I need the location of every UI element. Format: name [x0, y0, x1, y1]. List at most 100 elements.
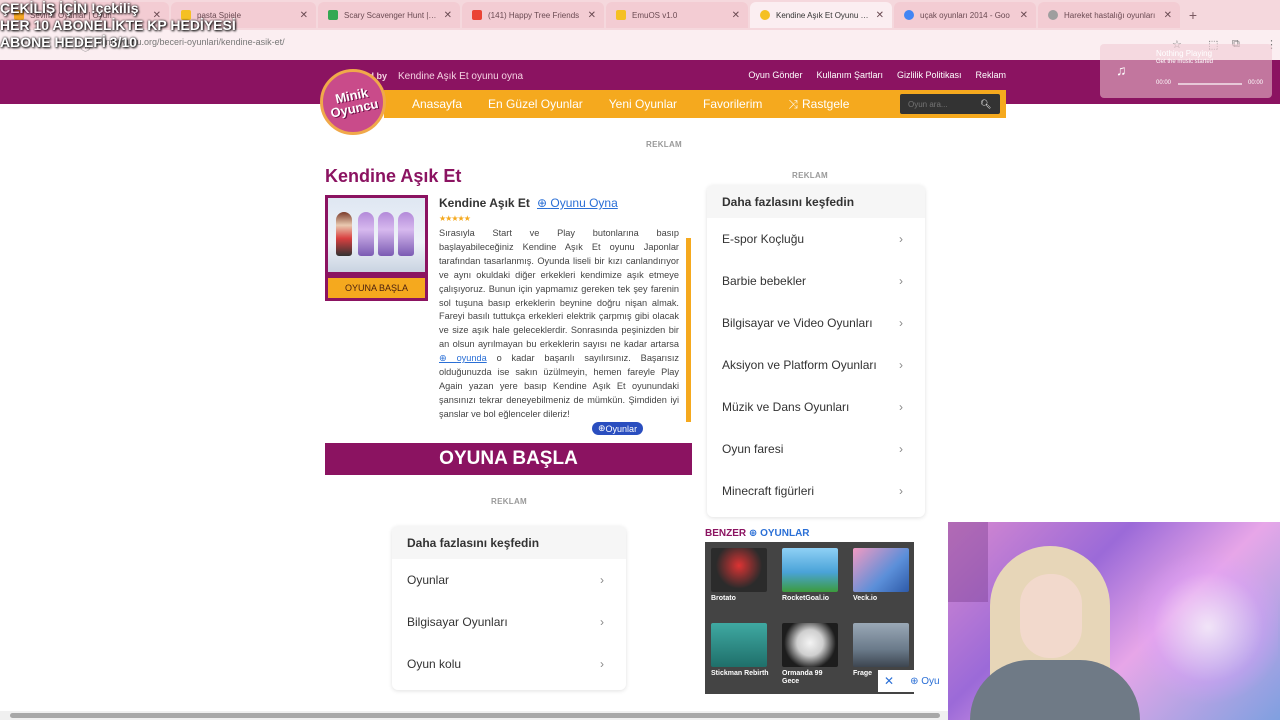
discover-item[interactable]: Oyun kolu ›	[392, 643, 626, 685]
media-progress-bar[interactable]	[1178, 83, 1242, 85]
close-tab-icon[interactable]: ✕	[732, 10, 740, 21]
description-link[interactable]: ⊕ oyunda	[439, 353, 487, 363]
start-game-button[interactable]: OYUNA BAŞLA	[325, 443, 692, 475]
nav-favorilerim[interactable]: Favorilerim	[703, 97, 762, 111]
discover-item[interactable]: Oyun faresi ›	[707, 428, 925, 470]
nav-yeni-oyunlar[interactable]: Yeni Oyunlar	[609, 97, 677, 111]
discover-card-right: Daha fazlasını keşfedin E-spor Koçluğu › …	[707, 185, 925, 517]
scrollbar-thumb[interactable]	[10, 713, 940, 718]
tab-favicon-icon	[328, 10, 338, 20]
discover-item-label: Minecraft figürleri	[722, 484, 815, 498]
media-time-end: 00:00	[1248, 80, 1264, 86]
game-tile[interactable]: Stickman Rebirth	[711, 623, 769, 692]
browser-tab[interactable]: (141) Happy Tree Friends ✕	[462, 2, 604, 28]
tab-title: Kendine Aşık Et Oyunu Oy	[776, 10, 870, 20]
thumb-play-button[interactable]: OYUNA BAŞLA	[328, 278, 425, 298]
chevron-right-icon: ›	[600, 573, 604, 587]
play-link-label: Oyunu Oyna	[550, 196, 618, 210]
game-tile[interactable]: Brotato	[711, 548, 769, 617]
discover-item-label: Bilgisayar ve Video Oyunları	[722, 316, 873, 330]
toast-label[interactable]: Oyu	[921, 676, 939, 687]
search-input[interactable]	[900, 99, 978, 109]
game-tile[interactable]: RocketGoal.io	[782, 548, 840, 617]
chevron-right-icon: ›	[899, 484, 903, 498]
link-oyun-gonder[interactable]: Oyun Gönder	[748, 70, 802, 80]
game-tile-image	[853, 623, 909, 667]
play-game-link[interactable]: ⊕ Oyunu Oyna	[537, 196, 618, 210]
rating-stars[interactable]: ★★★★★	[439, 214, 471, 223]
browser-tab[interactable]: Scary Scavenger Hunt | Ni ✕	[318, 2, 460, 28]
webcam-overlay	[948, 522, 1280, 720]
header-tagline: Kendine Aşık Et oyunu oyna	[398, 71, 524, 82]
nav-anasayfa[interactable]: Anasayfa	[412, 97, 462, 111]
chevron-right-icon: ›	[600, 657, 604, 671]
discover-heading: Daha fazlasını keşfedin	[707, 185, 925, 218]
similar-label: BENZER	[705, 528, 747, 539]
site-logo[interactable]: Minik Oyuncu	[320, 69, 386, 135]
horizontal-scrollbar[interactable]	[0, 711, 948, 720]
browser-tab[interactable]: uçak oyunları 2014 - Goo ✕	[894, 2, 1036, 28]
discover-item-label: Oyunlar	[407, 573, 450, 587]
media-time-start: 00:00	[1156, 80, 1172, 86]
overlay-line: ABONE HEDEFİ 3/10	[0, 34, 137, 50]
discover-item[interactable]: Bilgisayar Oyunları ›	[392, 601, 626, 643]
tab-favicon-icon	[760, 10, 770, 20]
music-note-icon: ♫	[1116, 62, 1127, 78]
discover-item[interactable]: Müzik ve Dans Oyunları ›	[707, 386, 925, 428]
game-tile-label: Ormanda 99 Gece	[782, 670, 823, 685]
stream-overlay-text: ÇEKİLİŞ İÇİN !çekiliş HER 10 ABONELİKTE …	[0, 0, 320, 51]
game-thumbnail[interactable]: OYUNA BAŞLA	[325, 195, 428, 301]
main-nav: Anasayfa En Güzel Oyunlar Yeni Oyunlar F…	[384, 90, 1006, 118]
close-tab-icon[interactable]: ✕	[1020, 10, 1028, 21]
oyunlar-chip[interactable]: ⊕ Oyunlar	[592, 422, 644, 435]
description-text: Sırasıyla Start ve Play butonlarına bası…	[439, 228, 679, 350]
discover-item[interactable]: Minecraft figürleri ›	[707, 470, 925, 512]
plus-circle-icon: ⊕	[598, 423, 606, 433]
close-tab-icon[interactable]: ✕	[444, 10, 452, 21]
ad-label: REKLAM	[792, 171, 829, 180]
webcam-decor	[948, 522, 988, 602]
search-icon[interactable]: 🔍︎	[980, 99, 991, 110]
browser-tab[interactable]: EmuOS v1.0 ✕	[606, 2, 748, 28]
browser-tab[interactable]: Hareket hastalığı oyunları ✕	[1038, 2, 1180, 28]
similar-link[interactable]: ⊕ OYUNLAR	[749, 528, 810, 539]
ad-label: REKLAM	[491, 497, 528, 506]
close-icon[interactable]: ✕	[884, 674, 894, 688]
game-thumbnail-image	[328, 198, 425, 272]
close-tab-icon[interactable]: ✕	[876, 10, 884, 21]
description-link-label: oyunda	[456, 353, 487, 364]
browser-tab-active[interactable]: Kendine Aşık Et Oyunu Oy ✕	[750, 2, 892, 28]
media-status: Nothing Playing	[1156, 49, 1213, 58]
nav-rastgele[interactable]: Rastgele	[802, 97, 849, 111]
tab-favicon-icon	[904, 10, 914, 20]
discover-item[interactable]: E-spor Koçluğu ›	[707, 218, 925, 260]
game-tile-image	[782, 623, 838, 667]
shuffle-icon[interactable]: ⤨	[788, 97, 798, 112]
discover-item-label: Oyun kolu	[407, 657, 462, 671]
discover-item[interactable]: Barbie bebekler ›	[707, 260, 925, 302]
game-tile-image	[853, 548, 909, 592]
chip-label: Oyunlar	[605, 423, 638, 434]
link-reklam[interactable]: Reklam	[975, 70, 1006, 80]
discover-item[interactable]: Bilgisayar ve Video Oyunları ›	[707, 302, 925, 344]
description-scrollbar[interactable]	[686, 238, 691, 422]
similar-link-label: OYUNLAR	[760, 528, 810, 539]
new-tab-icon[interactable]: +	[1182, 4, 1204, 26]
game-tile[interactable]: Ormanda 99 Gece	[782, 623, 840, 692]
game-tile-label: Stickman Rebirth	[711, 670, 769, 677]
nav-en-guzel-oyunlar[interactable]: En Güzel Oyunlar	[488, 97, 583, 111]
discover-item[interactable]: Aksiyon ve Platform Oyunları ›	[707, 344, 925, 386]
close-tab-icon[interactable]: ✕	[588, 10, 596, 21]
tab-title: Hareket hastalığı oyunları	[1064, 10, 1156, 20]
game-tile[interactable]: Veck.io	[853, 548, 911, 617]
discover-item-label: Barbie bebekler	[722, 274, 807, 288]
close-tab-icon[interactable]: ✕	[1164, 10, 1172, 21]
overlay-line: HER 10 ABONELİKTE KP HEDİYESİ	[0, 17, 236, 33]
tab-title: uçak oyunları 2014 - Goo	[920, 10, 1010, 20]
chevron-right-icon: ›	[600, 615, 604, 629]
plus-circle-icon: ⊕	[910, 675, 922, 687]
chevron-right-icon: ›	[899, 400, 903, 414]
link-kullanim-sartlari[interactable]: Kullanım Şartları	[816, 70, 883, 80]
discover-item[interactable]: Oyunlar ›	[392, 559, 626, 601]
link-gizlilik[interactable]: Gizlilik Politikası	[897, 70, 962, 80]
